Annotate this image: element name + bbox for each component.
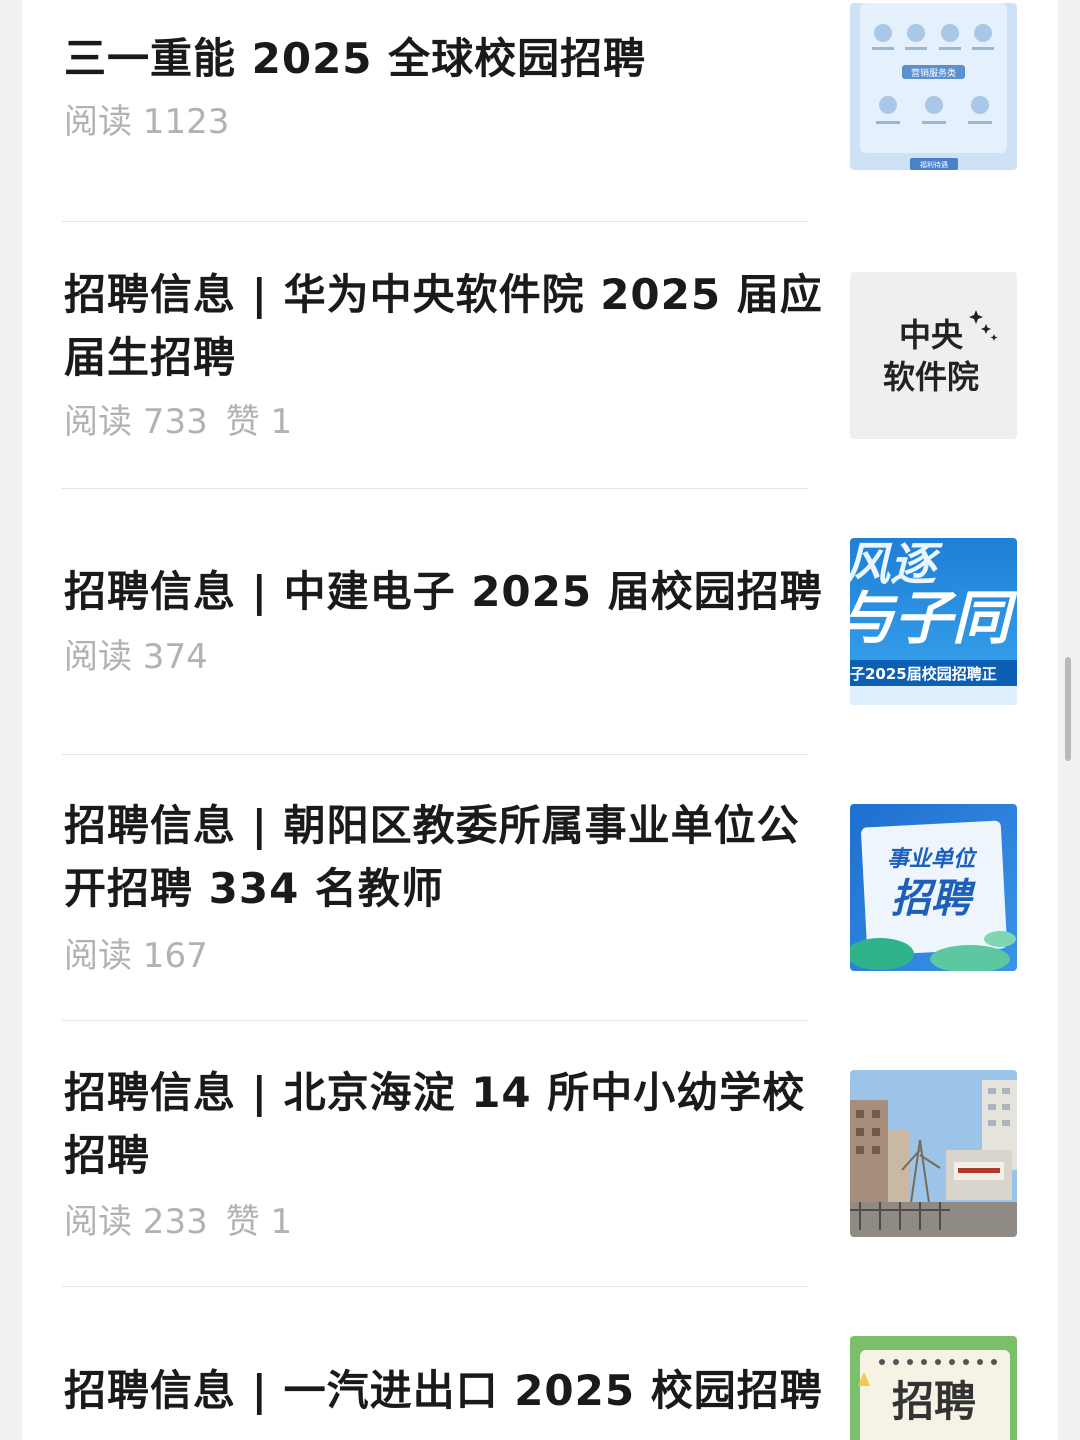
article-stats: 阅读 167: [64, 936, 208, 976]
article-title[interactable]: 三一重能 2025 全球校园招聘: [64, 27, 824, 90]
thumb-caption: 与子同: [850, 584, 1017, 652]
article-title[interactable]: 招聘信息 | 一汽进出口 2025 校园招聘: [64, 1359, 824, 1422]
thumb-caption: 子2025届校园招聘正: [850, 665, 997, 683]
scrollbar[interactable]: [1065, 657, 1071, 761]
article-stats: 阅读 1123: [64, 102, 229, 142]
like-count: 赞 1: [225, 402, 293, 442]
thumb-caption: 事业单位: [887, 846, 978, 872]
article-item[interactable]: 招聘信息 | 华为中央软件院 2025 届应届生招聘 阅读 733 赞 1 中央 …: [22, 222, 1058, 488]
central-software-institute-thumbnail[interactable]: 中央 软件院: [850, 272, 1017, 439]
read-count: 阅读 167: [64, 936, 208, 976]
article-item[interactable]: 招聘信息 | 中建电子 2025 届校园招聘 阅读 374 风逐 与子同 子20…: [22, 488, 1058, 754]
thumb-caption: 福利待遇: [920, 160, 948, 169]
campus-recruitment-banner-thumbnail[interactable]: 风逐 与子同 子2025届校园招聘正: [850, 538, 1017, 705]
public-institution-recruitment-thumbnail[interactable]: 事业单位 招聘: [850, 804, 1017, 971]
like-count: 赞 1: [225, 1202, 293, 1242]
read-count: 阅读 733: [64, 402, 208, 442]
article-title[interactable]: 招聘信息 | 朝阳区教委所属事业单位公开招聘 334 名教师: [64, 794, 834, 920]
thumb-caption: 软件院: [883, 358, 979, 396]
article-title[interactable]: 招聘信息 | 中建电子 2025 届校园招聘: [64, 560, 824, 623]
recruitment-poster-thumbnail[interactable]: 营销服务类 福利待遇: [850, 3, 1017, 170]
read-count: 阅读 374: [64, 637, 208, 677]
article-item[interactable]: 三一重能 2025 全球校园招聘 阅读 1123 营销服务类 福利待遇: [22, 0, 1058, 222]
article-stats: 阅读 733 赞 1: [64, 402, 292, 442]
article-title[interactable]: 招聘信息 | 北京海淀 14 所中小幼学校招聘: [64, 1061, 824, 1187]
green-recruitment-poster-thumbnail[interactable]: 招聘: [850, 1336, 1017, 1440]
thumb-caption: 中央: [899, 316, 964, 354]
article-stats: 阅读 233 赞 1: [64, 1202, 292, 1242]
article-item[interactable]: 招聘信息 | 一汽进出口 2025 校园招聘 招聘: [22, 1286, 1058, 1440]
thumb-caption: 招聘: [892, 1377, 976, 1426]
thumb-caption: 营销服务类: [911, 67, 956, 79]
article-title[interactable]: 招聘信息 | 华为中央软件院 2025 届应届生招聘: [64, 263, 824, 389]
article-list: 三一重能 2025 全球校园招聘 阅读 1123 营销服务类 福利待遇 招聘信息…: [22, 0, 1058, 1440]
article-list-screen: 三一重能 2025 全球校园招聘 阅读 1123 营销服务类 福利待遇 招聘信息…: [0, 0, 1080, 1440]
read-count: 阅读 233: [64, 1202, 208, 1242]
article-item[interactable]: 招聘信息 | 北京海淀 14 所中小幼学校招聘 阅读 233 赞 1: [22, 1020, 1058, 1286]
school-gate-photo-thumbnail[interactable]: [850, 1070, 1017, 1237]
article-item[interactable]: 招聘信息 | 朝阳区教委所属事业单位公开招聘 334 名教师 阅读 167 事业…: [22, 754, 1058, 1020]
read-count: 阅读 1123: [64, 102, 230, 142]
thumb-caption: 招聘: [891, 876, 976, 922]
article-stats: 阅读 374: [64, 637, 208, 677]
